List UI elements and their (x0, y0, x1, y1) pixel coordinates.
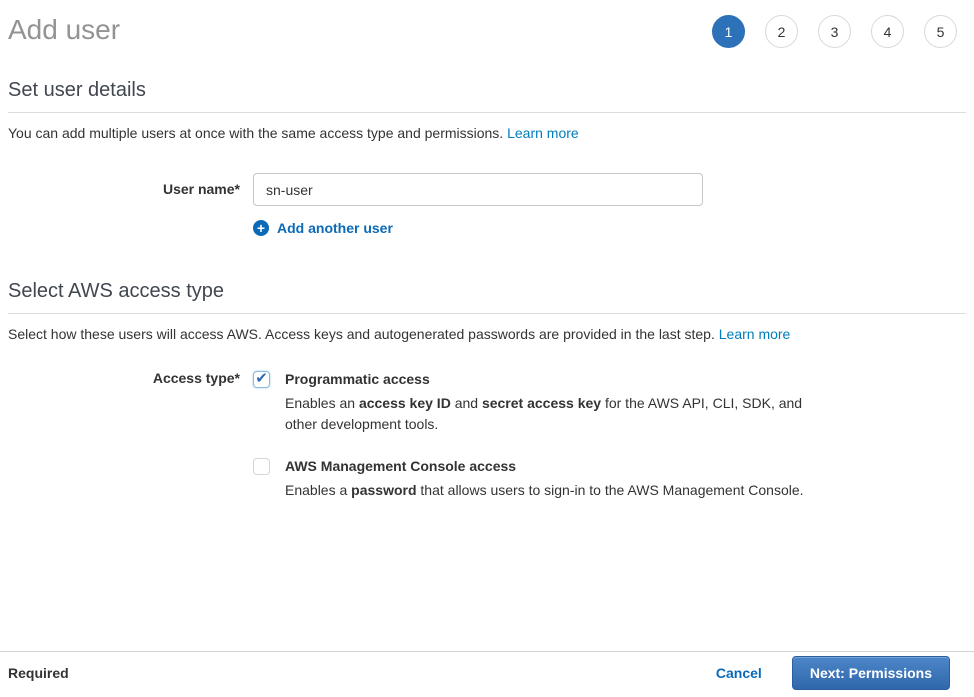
required-label: Required (8, 665, 69, 681)
footer-actions: Cancel Next: Permissions (716, 656, 950, 690)
step-1[interactable]: 1 (712, 15, 745, 48)
access-type-label: Access type* (8, 370, 240, 501)
access-type-options: ✔ Programmatic access Enables an access … (253, 370, 812, 501)
access-type-heading: Select AWS access type (8, 280, 966, 314)
add-another-user[interactable]: + Add another user (253, 220, 966, 236)
access-type-description-text: Select how these users will access AWS. … (8, 326, 719, 342)
access-type-description: Select how these users will access AWS. … (8, 326, 966, 342)
step-5[interactable]: 5 (924, 15, 957, 48)
username-input[interactable] (253, 173, 703, 206)
console-access-option: ✔ AWS Management Console access Enables … (253, 457, 812, 501)
page-title: Add user (8, 12, 120, 48)
page-header: Add user 1 2 3 4 5 (8, 12, 966, 48)
wizard-footer: Required Cancel Next: Permissions (0, 651, 974, 697)
user-details-learn-more-link[interactable]: Learn more (507, 125, 579, 141)
checkmark-icon: ✔ (255, 369, 268, 387)
console-access-desc: Enables a password that allows users to … (285, 480, 812, 501)
programmatic-access-option: ✔ Programmatic access Enables an access … (253, 370, 812, 435)
username-row: User name* (8, 173, 966, 206)
programmatic-access-title: Programmatic access (285, 370, 812, 388)
username-label: User name* (8, 173, 240, 206)
console-access-text: AWS Management Console access Enables a … (285, 457, 812, 501)
step-3[interactable]: 3 (818, 15, 851, 48)
programmatic-access-desc: Enables an access key ID and secret acce… (285, 393, 812, 435)
step-4[interactable]: 4 (871, 15, 904, 48)
console-access-checkbox[interactable]: ✔ (253, 458, 270, 475)
cancel-button[interactable]: Cancel (716, 665, 762, 681)
programmatic-access-text: Programmatic access Enables an access ke… (285, 370, 812, 435)
step-2[interactable]: 2 (765, 15, 798, 48)
programmatic-access-checkbox[interactable]: ✔ (253, 371, 270, 388)
access-type-row: Access type* ✔ Programmatic access Enabl… (8, 370, 966, 501)
access-type-learn-more-link[interactable]: Learn more (719, 326, 791, 342)
next-permissions-button[interactable]: Next: Permissions (792, 656, 950, 690)
add-plus-icon: + (253, 220, 269, 236)
add-user-page: Add user 1 2 3 4 5 Set user details You … (0, 0, 974, 501)
set-user-details-description: You can add multiple users at once with … (8, 125, 966, 141)
set-user-details-description-text: You can add multiple users at once with … (8, 125, 507, 141)
add-another-user-link[interactable]: Add another user (277, 220, 393, 236)
wizard-step-indicator: 1 2 3 4 5 (712, 15, 957, 48)
console-access-title: AWS Management Console access (285, 457, 812, 475)
set-user-details-heading: Set user details (8, 79, 966, 113)
